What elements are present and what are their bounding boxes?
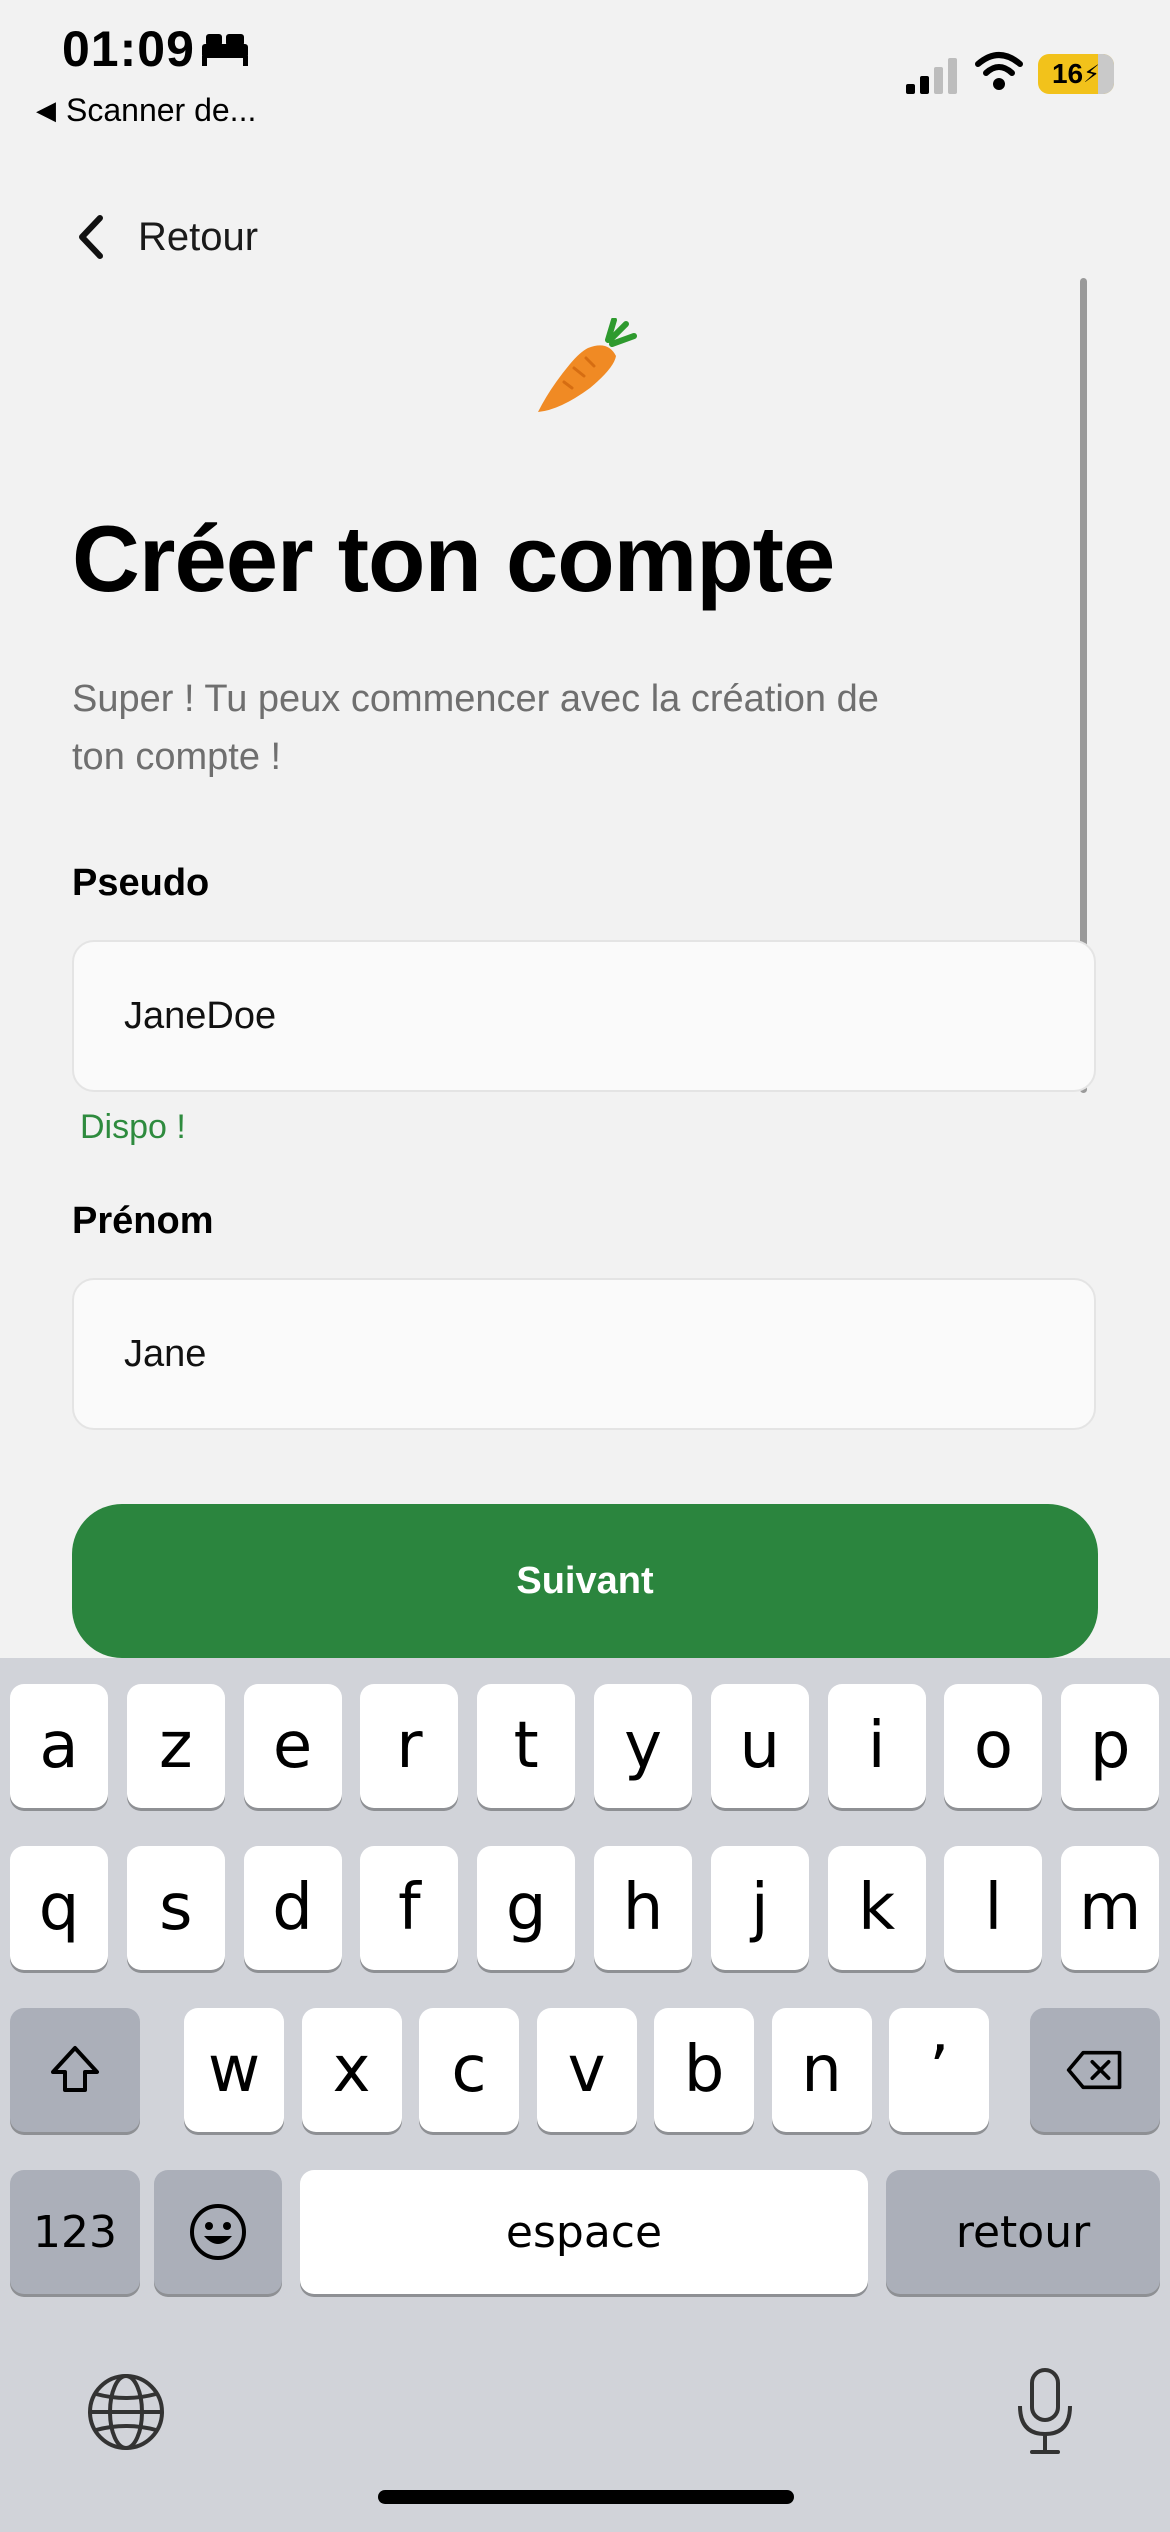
back-to-app-link[interactable]: ◀ Scanner de...: [36, 92, 256, 129]
pseudo-input[interactable]: JaneDoe: [72, 940, 1096, 1092]
status-time: 01:09: [62, 21, 195, 77]
key-c[interactable]: c: [419, 2008, 519, 2132]
back-triangle-icon: ◀: [36, 95, 56, 125]
back-button-label: Retour: [138, 214, 259, 259]
next-button[interactable]: Suivant: [72, 1504, 1098, 1658]
key-b[interactable]: b: [654, 2008, 754, 2132]
key-o[interactable]: o: [944, 1684, 1043, 1808]
key-k[interactable]: k: [827, 1846, 926, 1970]
carrot-logo-icon: [538, 318, 637, 412]
prenom-input[interactable]: Jane: [72, 1278, 1096, 1430]
charging-bolt-icon: ⚡: [1083, 60, 1100, 88]
key-n[interactable]: n: [771, 2008, 872, 2132]
home-indicator[interactable]: [378, 2490, 794, 2504]
backspace-icon: [1066, 2050, 1122, 2090]
pseudo-label: Pseudo: [72, 862, 210, 904]
key-i[interactable]: i: [827, 1684, 926, 1808]
key-d[interactable]: d: [243, 1846, 342, 1970]
cellular-signal-icon: [906, 58, 957, 94]
numbers-key[interactable]: 123: [10, 2170, 140, 2294]
key-w[interactable]: w: [184, 2008, 284, 2132]
prenom-label: Prénom: [72, 1200, 214, 1242]
key-apostrophe[interactable]: ’: [889, 2008, 989, 2132]
key-z[interactable]: z: [126, 1684, 225, 1808]
key-v[interactable]: v: [536, 2008, 637, 2132]
page-title: Créer ton compte: [72, 506, 835, 611]
back-button[interactable]: Retour: [72, 212, 258, 262]
key-x[interactable]: x: [301, 2008, 402, 2132]
return-key[interactable]: retour: [886, 2170, 1160, 2294]
chevron-left-icon: [79, 215, 103, 259]
key-j[interactable]: j: [710, 1846, 809, 1970]
key-t[interactable]: t: [477, 1684, 576, 1808]
key-q[interactable]: q: [10, 1846, 108, 1970]
pseudo-availability-hint: Dispo !: [80, 1108, 186, 1146]
delete-key[interactable]: [1030, 2008, 1160, 2132]
key-p[interactable]: p: [1061, 1684, 1160, 1808]
shift-key[interactable]: [10, 2008, 140, 2132]
back-app-label: Scanner de...: [66, 92, 257, 128]
emoji-icon: [190, 2204, 246, 2260]
create-account-screen: 01:09 ◀ Scanner de... 16 ⚡ Retour Créer …: [0, 0, 1170, 2532]
battery-indicator: 16 ⚡: [1038, 54, 1114, 94]
key-h[interactable]: h: [594, 1846, 692, 1970]
key-l[interactable]: l: [944, 1846, 1043, 1970]
page-subtitle: Super ! Tu peux commencer avec la créati…: [72, 678, 879, 778]
battery-level: 16: [1051, 58, 1084, 89]
wifi-icon: [975, 52, 1023, 90]
key-r[interactable]: r: [360, 1684, 459, 1808]
key-u[interactable]: u: [710, 1684, 809, 1808]
key-s[interactable]: s: [126, 1846, 225, 1970]
bed-icon: [202, 34, 248, 66]
microphone-icon[interactable]: [1010, 2366, 1080, 2456]
emoji-key[interactable]: [154, 2170, 282, 2294]
pseudo-input-value: JaneDoe: [124, 994, 277, 1037]
prenom-input-value: Jane: [124, 1332, 207, 1375]
key-e[interactable]: e: [243, 1684, 342, 1808]
globe-icon[interactable]: [86, 2372, 166, 2452]
shift-arrow-icon: [51, 2046, 99, 2092]
key-a[interactable]: a: [10, 1684, 108, 1808]
space-key[interactable]: espace: [300, 2170, 868, 2294]
key-f[interactable]: f: [360, 1846, 459, 1970]
key-m[interactable]: m: [1061, 1846, 1160, 1970]
key-y[interactable]: y: [594, 1684, 692, 1808]
key-g[interactable]: g: [477, 1846, 576, 1970]
